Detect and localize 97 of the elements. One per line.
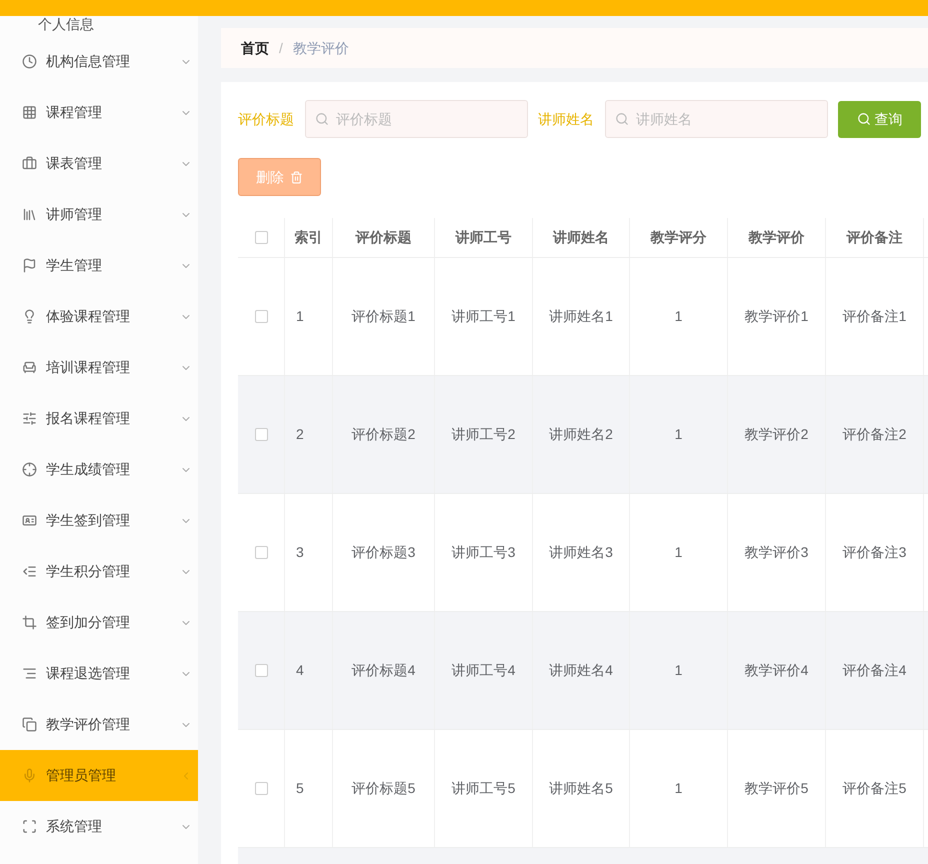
row-checkbox[interactable] bbox=[254, 546, 268, 559]
grid-icon bbox=[22, 105, 37, 120]
table-cell-text: 评价备注2 bbox=[842, 425, 906, 444]
table-cell-text: 教学评价1 bbox=[744, 307, 808, 326]
sidebar-item[interactable]: 管理员管理 bbox=[0, 750, 198, 801]
list-icon bbox=[22, 564, 37, 579]
crosshair-icon bbox=[22, 462, 37, 477]
sidebar-item[interactable]: 报名课程管理 bbox=[0, 393, 198, 444]
sliders-icon bbox=[22, 411, 37, 426]
table-cell-text: 评价备注4 bbox=[842, 661, 906, 680]
search-icon bbox=[615, 112, 629, 126]
filter-label: 评价标题 bbox=[238, 110, 294, 128]
table-cell-text: 讲师工号1 bbox=[452, 307, 516, 326]
table-cell-text: 评价标题1 bbox=[352, 307, 416, 326]
table-cell-text: 评价标题3 bbox=[352, 543, 416, 562]
row-checkbox[interactable] bbox=[254, 428, 268, 441]
seat-icon bbox=[22, 360, 37, 375]
sidebar-item[interactable]: 学生成绩管理 bbox=[0, 444, 198, 495]
frame-icon bbox=[22, 819, 37, 834]
table-cell-text: 讲师工号4 bbox=[452, 661, 516, 680]
crop-icon bbox=[22, 615, 37, 630]
table-cell-text: 讲师姓名4 bbox=[549, 661, 613, 680]
card-icon bbox=[22, 513, 37, 528]
column-header: 讲师工号 bbox=[456, 228, 512, 247]
lightbulb-icon bbox=[22, 309, 37, 324]
table-cell-text: 讲师工号2 bbox=[452, 425, 516, 444]
table-cell-text: 1 bbox=[296, 307, 304, 326]
breadcrumb-current: 教学评价 bbox=[292, 38, 349, 58]
sidebar-item[interactable]: 教学评价管理 bbox=[0, 699, 198, 750]
column-header: 评价标题 bbox=[356, 228, 412, 247]
search-icon bbox=[315, 112, 329, 126]
table-cell-text: 评价备注3 bbox=[842, 543, 906, 562]
flag-icon bbox=[22, 258, 37, 273]
table-cell-text: 1 bbox=[674, 779, 682, 798]
table-row[interactable]: 4 评价标题4 讲师工号4 讲师姓名4 1 教学评价4 评价备注4 bbox=[238, 612, 928, 730]
table-cell-text: 评价备注5 bbox=[842, 779, 906, 798]
sidebar-item[interactable]: 学生积分管理 bbox=[0, 546, 198, 597]
filter-label: 讲师姓名 bbox=[538, 110, 594, 128]
header-checkbox[interactable] bbox=[254, 231, 268, 244]
table-cell-text: 教学评价4 bbox=[744, 661, 808, 680]
table-cell-text: 4 bbox=[296, 661, 304, 680]
table-cell-text: 讲师姓名5 bbox=[549, 779, 613, 798]
row-checkbox[interactable] bbox=[254, 310, 268, 323]
table-cell-text: 评价备注1 bbox=[842, 307, 906, 326]
lines-icon bbox=[22, 666, 37, 681]
sidebar-item[interactable]: 系统管理 bbox=[0, 801, 198, 852]
column-header: 索引 bbox=[294, 228, 322, 247]
table-cell-text: 1 bbox=[674, 425, 682, 444]
table-cell-text: 讲师工号3 bbox=[452, 543, 516, 562]
sidebar-item[interactable]: 体验课程管理 bbox=[0, 291, 198, 342]
table-cell-text: 教学评价2 bbox=[744, 425, 808, 444]
table-cell-text: 讲师姓名2 bbox=[549, 425, 613, 444]
sidebar-item[interactable]: 机构信息管理 bbox=[0, 36, 198, 87]
table-cell-text: 3 bbox=[296, 543, 304, 562]
column-header: 评价备注 bbox=[846, 228, 902, 247]
table-cell-text: 教学评价5 bbox=[744, 779, 808, 798]
table-cell-text: 讲师姓名3 bbox=[549, 543, 613, 562]
table-cell-text: 1 bbox=[674, 543, 682, 562]
search-field[interactable]: 讲师姓名 bbox=[605, 100, 828, 138]
sidebar-item[interactable]: 课程退选管理 bbox=[0, 648, 198, 699]
breadcrumb-link[interactable]: 首页 bbox=[241, 38, 269, 58]
table-row[interactable]: 1 评价标题1 讲师工号1 讲师姓名1 1 教学评价1 评价备注1 bbox=[238, 258, 928, 376]
breadcrumb-separator: / bbox=[279, 38, 283, 58]
sidebar-item[interactable]: 讲师管理 bbox=[0, 189, 198, 240]
column-header: 讲师姓名 bbox=[553, 228, 609, 247]
sidebar-item[interactable]: 培训课程管理 bbox=[0, 342, 198, 393]
table-cell-text: 评价标题5 bbox=[352, 779, 416, 798]
table-cell-text: 教学评价3 bbox=[744, 543, 808, 562]
table-row[interactable]: 3 评价标题3 讲师工号3 讲师姓名3 1 教学评价3 评价备注3 bbox=[238, 494, 928, 612]
sidebar-item[interactable]: 个人信息 bbox=[38, 16, 94, 32]
search-icon bbox=[856, 112, 870, 126]
copy-icon bbox=[22, 717, 37, 732]
books-icon bbox=[22, 207, 37, 222]
microphone-icon bbox=[22, 768, 37, 783]
table-cell-text: 1 bbox=[674, 661, 682, 680]
briefcase-icon bbox=[22, 156, 37, 171]
row-checkbox[interactable] bbox=[254, 782, 268, 795]
column-header: 教学评分 bbox=[650, 228, 706, 247]
sidebar-item[interactable]: 课程管理 bbox=[0, 87, 198, 138]
table-cell-text: 2 bbox=[296, 425, 304, 444]
table-cell-text: 5 bbox=[296, 779, 304, 798]
table-cell-text: 讲师姓名1 bbox=[549, 307, 613, 326]
table-cell-text: 1 bbox=[674, 307, 682, 326]
column-header: 教学评价 bbox=[748, 228, 804, 247]
search-field[interactable]: 评价标题 bbox=[305, 100, 528, 138]
row-checkbox[interactable] bbox=[254, 664, 268, 677]
sidebar-item[interactable]: 学生签到管理 bbox=[0, 495, 198, 546]
sidebar-item[interactable]: 课表管理 bbox=[0, 138, 198, 189]
clock-icon bbox=[22, 54, 37, 69]
table-cell-text: 讲师工号5 bbox=[452, 779, 516, 798]
table-row[interactable]: 5 评价标题5 讲师工号5 讲师姓名5 1 教学评价5 评价备注5 bbox=[238, 730, 928, 848]
table-cell-text: 评价标题2 bbox=[352, 425, 416, 444]
sidebar-item[interactable]: 签到加分管理 bbox=[0, 597, 198, 648]
trash-icon bbox=[290, 170, 303, 184]
table-cell-text: 评价标题4 bbox=[352, 661, 416, 680]
sidebar-item[interactable]: 学生管理 bbox=[0, 240, 198, 291]
table-row[interactable]: 2 评价标题2 讲师工号2 讲师姓名2 1 教学评价2 评价备注2 bbox=[238, 376, 928, 494]
